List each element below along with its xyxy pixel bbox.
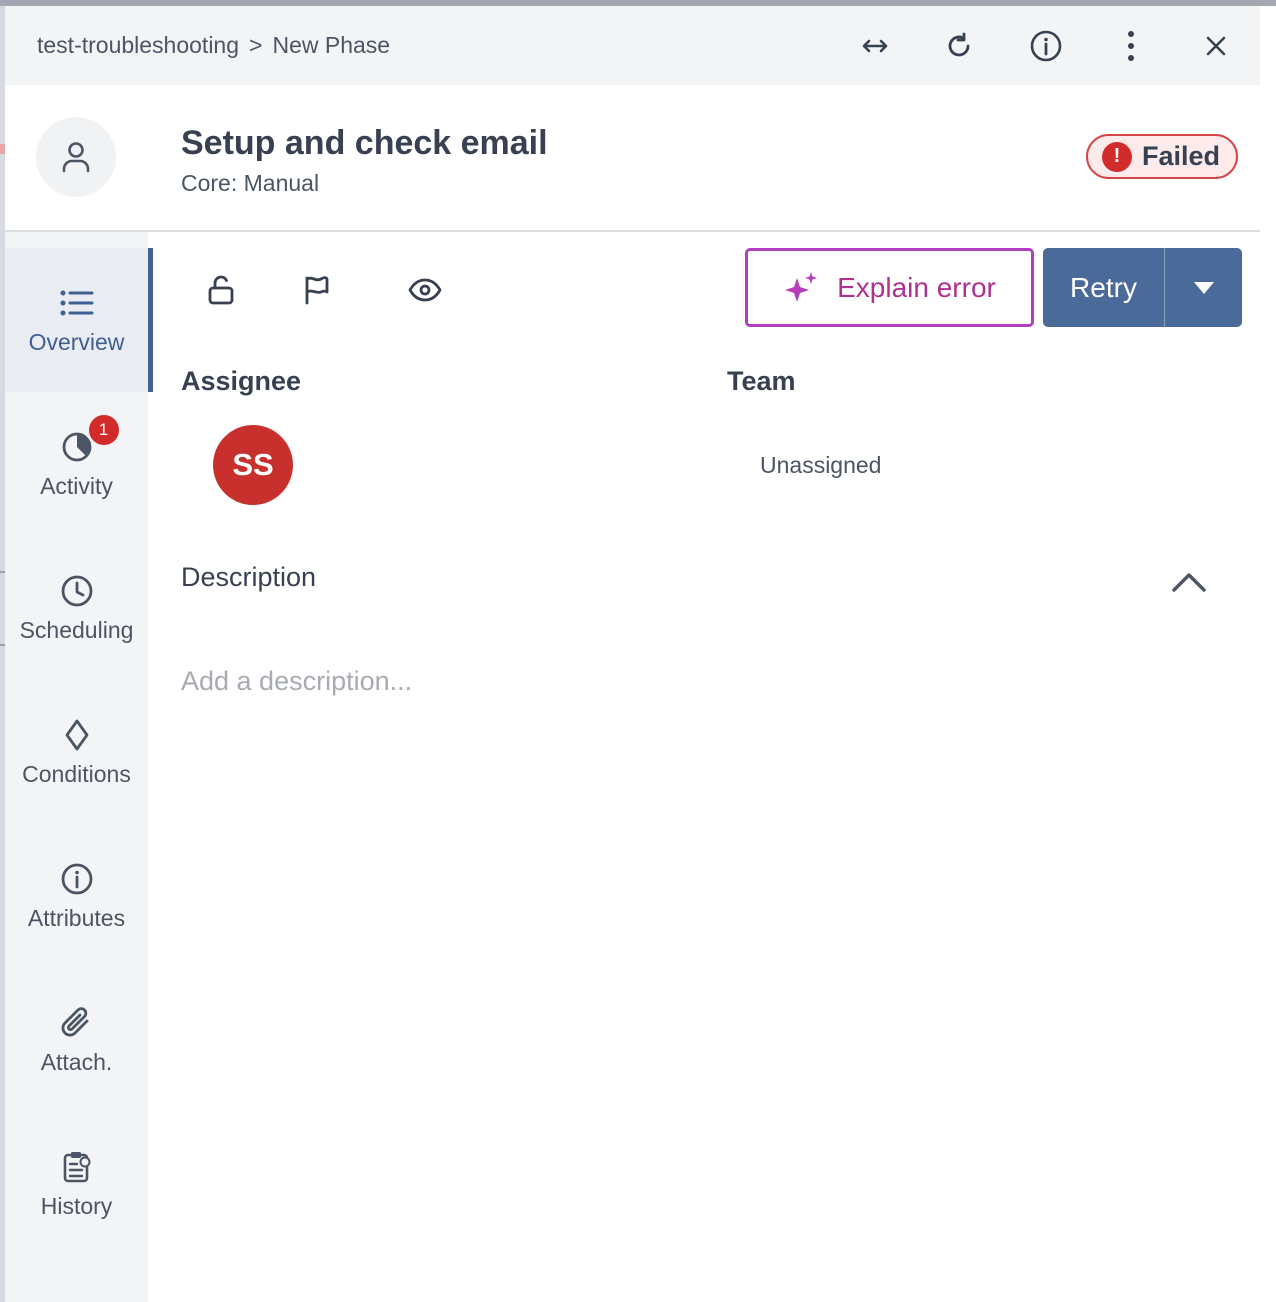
task-detail-panel: test-troubleshooting > New Phase Setup a…: [5, 6, 1261, 1302]
eye-icon[interactable]: [405, 270, 445, 310]
info-icon[interactable]: [1028, 28, 1064, 64]
description-input[interactable]: [181, 656, 1221, 706]
sidebar-nav: Overview 1 Activity Scheduling Condition…: [5, 232, 153, 1302]
collapse-description-button[interactable]: [1167, 562, 1211, 602]
more-vertical-icon[interactable]: [1113, 28, 1149, 64]
task-subtitle: Core: Manual: [181, 170, 320, 196]
info-icon: [59, 861, 95, 897]
retry-button[interactable]: Retry: [1043, 248, 1164, 327]
breadcrumb: test-troubleshooting > New Phase: [37, 32, 390, 59]
sidebar-item-label: Activity: [40, 472, 113, 499]
clock-icon: [59, 573, 95, 609]
sidebar-item-overview[interactable]: Overview: [5, 248, 153, 392]
panel-header: test-troubleshooting > New Phase: [5, 6, 1260, 85]
paperclip-icon: [59, 1005, 95, 1041]
error-icon: !: [1102, 141, 1132, 172]
sidebar-item-label: Attributes: [27, 904, 126, 931]
sidebar-item-attachments[interactable]: Attach.: [5, 968, 148, 1112]
assignee-label: Assignee: [181, 366, 302, 396]
team-label: Team: [727, 366, 796, 396]
sidebar-item-label: Scheduling: [19, 616, 134, 643]
background-edge-right: [1260, 6, 1276, 1302]
assignee-avatar[interactable]: SS: [213, 425, 293, 505]
sidebar-item-history[interactable]: History: [5, 1112, 148, 1256]
sidebar-item-label: Conditions: [22, 760, 131, 787]
list-icon: [59, 285, 95, 321]
header-divider: [5, 230, 1260, 232]
expand-horizontal-icon[interactable]: [857, 28, 893, 64]
user-icon: [62, 142, 90, 173]
breadcrumb-separator: >: [249, 32, 263, 58]
sidebar-item-attributes[interactable]: Attributes: [5, 824, 148, 968]
diamond-icon: [59, 717, 95, 753]
chevron-up-icon: [1172, 573, 1206, 592]
task-title: Setup and check email: [181, 124, 548, 162]
explain-error-label: Explain error: [837, 271, 996, 303]
flag-icon[interactable]: [296, 270, 336, 310]
sidebar-item-conditions[interactable]: Conditions: [5, 680, 148, 824]
explain-error-button[interactable]: Explain error: [745, 248, 1034, 327]
sidebar-item-label: Attach.: [40, 1048, 113, 1075]
breadcrumb-parent[interactable]: test-troubleshooting: [37, 32, 239, 59]
breadcrumb-current: New Phase: [272, 32, 391, 58]
retry-dropdown-button[interactable]: [1165, 248, 1242, 327]
caret-down-icon: [1193, 281, 1214, 294]
task-type-avatar: [36, 117, 116, 197]
activity-badge: 1: [86, 412, 121, 447]
status-label: Failed: [1142, 141, 1221, 171]
sidebar-item-activity[interactable]: 1 Activity: [5, 392, 148, 536]
description-heading: Description: [181, 562, 317, 592]
unlock-icon[interactable]: [201, 270, 241, 310]
sidebar-item-label: Overview: [28, 328, 125, 355]
retry-split-button: Retry: [1043, 248, 1242, 327]
sidebar-item-label: History: [40, 1192, 113, 1219]
sidebar-item-scheduling[interactable]: Scheduling: [5, 536, 148, 680]
team-value[interactable]: Unassigned: [760, 452, 881, 479]
refresh-icon[interactable]: [941, 28, 977, 64]
sparkles-icon: [785, 271, 818, 302]
close-icon[interactable]: [1198, 28, 1234, 64]
activity-icon: 1: [59, 412, 121, 465]
status-badge: ! Failed: [1086, 134, 1238, 179]
history-icon: [59, 1149, 95, 1185]
